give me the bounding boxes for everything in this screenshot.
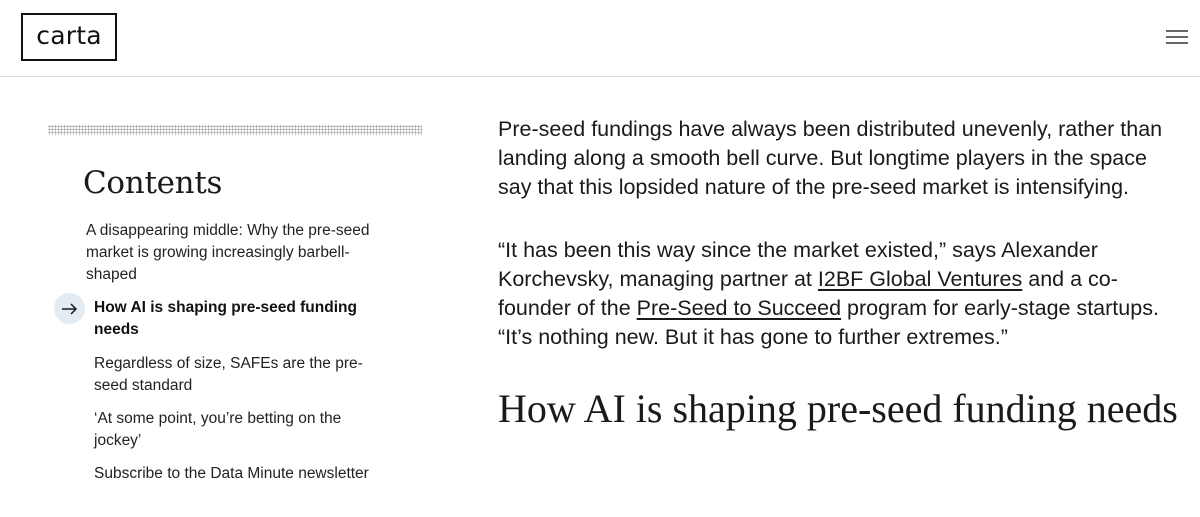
menu-line: [1166, 30, 1188, 32]
toc-item-subscribe[interactable]: Subscribe to the Data Minute newsletter: [94, 463, 394, 485]
arrow-right-icon: [54, 293, 85, 324]
toc-item-ai-shaping[interactable]: How AI is shaping pre-seed funding needs: [94, 297, 369, 341]
toc-item-disappearing-middle[interactable]: A disappearing middle: Why the pre-seed …: [86, 220, 386, 286]
link-i2bf-global-ventures[interactable]: I2BF Global Ventures: [818, 267, 1022, 291]
menu-line: [1166, 42, 1188, 44]
carta-logo[interactable]: carta: [21, 13, 117, 61]
toc-item-betting-jockey[interactable]: ‘At some point, you’re betting on the jo…: [94, 408, 369, 452]
article-paragraph-quote: “It has been this way since the market e…: [498, 236, 1178, 352]
link-pre-seed-to-succeed[interactable]: Pre-Seed to Succeed: [637, 296, 841, 320]
hamburger-menu-icon[interactable]: [1166, 28, 1188, 46]
section-heading: How AI is shaping pre-seed funding needs: [498, 386, 1178, 431]
article-paragraph: Pre-seed fundings have always been distr…: [498, 117, 1163, 199]
site-header: carta: [0, 0, 1200, 77]
dotted-divider: [48, 125, 422, 135]
toc-title: Contents: [83, 165, 223, 201]
menu-line: [1166, 36, 1188, 38]
toc-item-safes[interactable]: Regardless of size, SAFEs are the pre-se…: [94, 353, 369, 397]
